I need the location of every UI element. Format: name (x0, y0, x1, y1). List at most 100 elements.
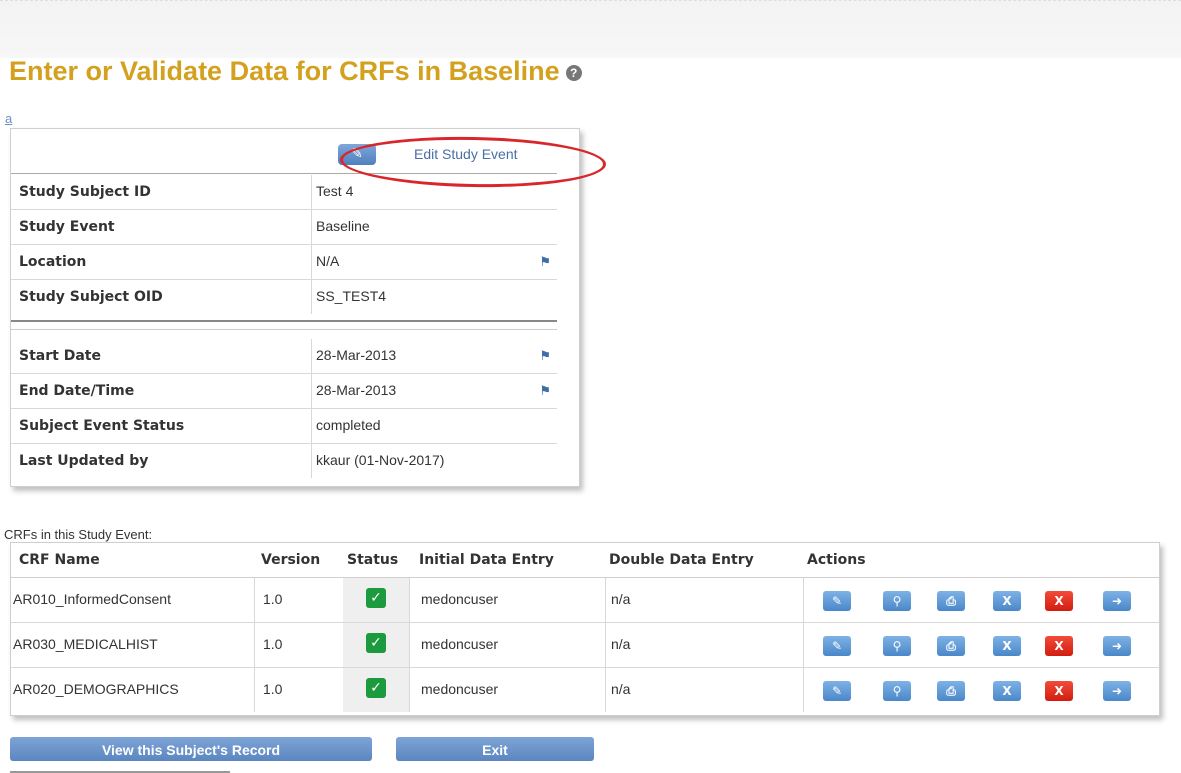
flag-icon[interactable]: ⚑ (539, 348, 551, 364)
info-label: Start Date (19, 348, 101, 364)
view-subject-record-button[interactable]: View this Subject's Record (10, 737, 372, 761)
info-row-location: Location N/A ⚑ (11, 245, 557, 280)
column-divider (409, 578, 410, 622)
initial-data-entry: medoncuser (421, 591, 499, 607)
table-row: AR020_DEMOGRAPHICS 1.0 ✓ medoncuser n/a … (11, 668, 1159, 712)
double-data-entry: n/a (611, 636, 631, 652)
view-icon[interactable]: ⚲ (883, 591, 911, 611)
edit-icon[interactable]: ✎ (823, 636, 851, 656)
info-label: Subject Event Status (19, 418, 185, 434)
column-header-initial-data-entry: Initial Data Entry (419, 552, 554, 568)
column-divider (409, 668, 410, 712)
divider (11, 329, 557, 330)
info-value: N/A ⚑ (311, 245, 557, 279)
last-updated-value: kkaur (01-Nov-2017) (316, 452, 445, 468)
info-label: Last Updated by (19, 453, 149, 469)
info-label: End Date/Time (19, 383, 135, 399)
crf-table-header: CRF Name Version Status Initial Data Ent… (11, 543, 1159, 578)
info-value: 28-Mar-2013 ⚑ (311, 374, 557, 408)
info-label: Study Subject OID (19, 289, 163, 305)
info-label: Study Event (19, 219, 115, 235)
end-date-value: 28-Mar-2013 (316, 382, 397, 398)
edit-icon[interactable]: ✎ (823, 681, 851, 701)
crf-version: 1.0 (263, 681, 283, 697)
location-value: N/A (316, 253, 340, 269)
delete-icon[interactable]: X (1045, 681, 1073, 701)
table-row: AR030_MEDICALHIST 1.0 ✓ medoncuser n/a ✎… (11, 623, 1159, 668)
print-icon[interactable]: ⎙ (937, 681, 965, 701)
help-icon[interactable]: ? (565, 64, 582, 81)
back-link[interactable]: a (5, 111, 12, 126)
crf-name: AR030_MEDICALHIST (13, 636, 158, 652)
remove-icon[interactable]: X (993, 681, 1021, 701)
column-header-actions: Actions (807, 552, 866, 568)
crf-version: 1.0 (263, 591, 283, 607)
page-title-text: Enter or Validate Data for CRFs in Basel… (9, 56, 560, 86)
initial-data-entry: medoncuser (421, 636, 499, 652)
flag-icon[interactable]: ⚑ (539, 383, 551, 399)
top-banner (0, 0, 1181, 58)
column-header-crf-name: CRF Name (19, 552, 100, 568)
info-label: Location (19, 254, 87, 270)
remove-icon[interactable]: X (993, 636, 1021, 656)
divider (11, 320, 557, 322)
completed-check-icon[interactable]: ✓ (366, 678, 386, 698)
column-divider (803, 623, 804, 667)
completed-check-icon[interactable]: ✓ (366, 588, 386, 608)
column-header-version: Version (261, 552, 321, 568)
view-icon[interactable]: ⚲ (883, 681, 911, 701)
status-cell: ✓ (343, 623, 409, 667)
column-divider (254, 623, 255, 667)
column-divider (803, 668, 804, 712)
crf-name: AR010_InformedConsent (13, 591, 171, 607)
reassign-icon[interactable]: ➜ (1103, 591, 1131, 611)
completed-check-icon[interactable]: ✓ (366, 633, 386, 653)
column-divider (254, 578, 255, 622)
column-divider (605, 578, 606, 622)
column-divider (409, 623, 410, 667)
column-header-status: Status (347, 552, 399, 568)
page-title: Enter or Validate Data for CRFs in Basel… (9, 56, 582, 87)
info-row-end-date: End Date/Time 28-Mar-2013 ⚑ (11, 374, 557, 409)
delete-icon[interactable]: X (1045, 636, 1073, 656)
status-cell: ✓ (343, 668, 409, 712)
start-date-value: 28-Mar-2013 (316, 347, 397, 363)
remove-icon[interactable]: X (993, 591, 1021, 611)
double-data-entry: n/a (611, 591, 631, 607)
reassign-icon[interactable]: ➜ (1103, 636, 1131, 656)
info-value: kkaur (01-Nov-2017) (311, 444, 557, 478)
exit-button[interactable]: Exit (396, 737, 594, 761)
column-header-double-data-entry: Double Data Entry (609, 552, 754, 568)
info-value: completed (311, 409, 557, 443)
initial-data-entry: medoncuser (421, 681, 499, 697)
info-value: 28-Mar-2013 ⚑ (311, 339, 557, 373)
column-divider (254, 668, 255, 712)
crf-name: AR020_DEMOGRAPHICS (13, 681, 179, 697)
delete-icon[interactable]: X (1045, 591, 1073, 611)
column-divider (803, 578, 804, 622)
status-cell: ✓ (343, 578, 409, 622)
crf-caption: CRFs in this Study Event: (4, 527, 153, 542)
info-row-start-date: Start Date 28-Mar-2013 ⚑ (11, 339, 557, 374)
double-data-entry: n/a (611, 681, 631, 697)
print-icon[interactable]: ⎙ (937, 636, 965, 656)
study-subject-id-value: Test 4 (316, 183, 354, 199)
study-subject-oid-value: SS_TEST4 (316, 288, 387, 304)
flag-icon[interactable]: ⚑ (539, 254, 551, 270)
info-value: Baseline (311, 210, 557, 244)
table-row: AR010_InformedConsent 1.0 ✓ medoncuser n… (11, 578, 1159, 623)
info-value: SS_TEST4 (311, 280, 557, 314)
info-row-study-subject-oid: Study Subject OID SS_TEST4 (11, 280, 557, 314)
edit-icon[interactable]: ✎ (823, 591, 851, 611)
column-divider (605, 623, 606, 667)
reassign-icon[interactable]: ➜ (1103, 681, 1131, 701)
view-icon[interactable]: ⚲ (883, 636, 911, 656)
study-event-value: Baseline (316, 218, 370, 234)
crf-table: CRF Name Version Status Initial Data Ent… (10, 542, 1160, 716)
column-divider (605, 668, 606, 712)
print-icon[interactable]: ⎙ (937, 591, 965, 611)
info-row-last-updated: Last Updated by kkaur (01-Nov-2017) (11, 444, 557, 478)
crf-version: 1.0 (263, 636, 283, 652)
subject-event-status-value: completed (316, 417, 381, 433)
info-row-study-event: Study Event Baseline (11, 210, 557, 245)
